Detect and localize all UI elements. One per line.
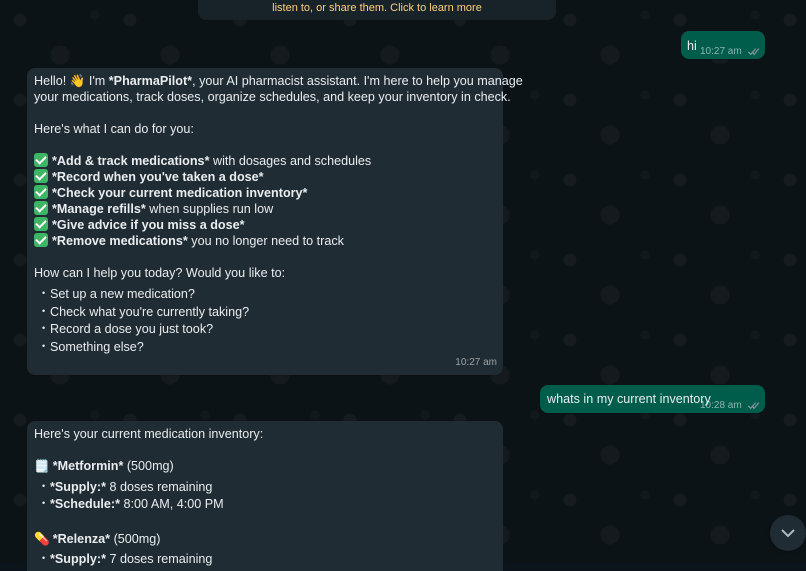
double-check-icon (748, 402, 760, 410)
message-meta: 10:28 am (700, 398, 761, 414)
option-item: • Check what you're currently taking? (34, 303, 496, 321)
message-body: Here's your current medication inventory… (34, 426, 496, 567)
message-time: 10:27 am (700, 46, 742, 57)
check-mark-icon (34, 169, 48, 183)
bullet-icon: • (42, 288, 46, 298)
detail-label: *Schedule:* (50, 497, 120, 511)
capability-title: *Add & track medications* (52, 154, 210, 168)
capability-item: *Check your current medication inventory… (34, 185, 496, 201)
message-text: hi (687, 39, 697, 53)
detail-label: *Supply:* (50, 480, 106, 494)
capability-item: *Manage refills* when supplies run low (34, 201, 496, 217)
capability-desc: with dosages and schedules (209, 154, 372, 168)
double-check-icon (748, 48, 760, 56)
check-mark-icon (34, 233, 48, 247)
message-time: 10:27 am (455, 357, 497, 368)
option-item: • Set up a new medication? (34, 285, 496, 303)
incoming-message[interactable]: Hello! 👋 I'm *PharmaPilot*, your AI phar… (27, 68, 523, 375)
intro-greeting: Hello! 👋 I'm (34, 74, 109, 88)
capability-desc: when supplies run low (145, 202, 274, 216)
outgoing-message[interactable]: whats in my current inventory 10:28 am (540, 385, 765, 413)
encryption-notice[interactable]: listen to, or share them. Click to learn… (198, 0, 556, 20)
capability-title: *Check your current medication inventory… (52, 186, 308, 200)
medication-detail: • *Schedule:* 8:00 AM, 4:00 PM (34, 495, 496, 512)
check-mark-icon (34, 153, 48, 167)
bullet-icon: • (42, 340, 46, 351)
capability-item: *Remove medications* you no longer need … (34, 233, 496, 249)
option-item: • Something else? (34, 338, 496, 356)
medication-name: *Relenza* (52, 532, 111, 546)
capability-desc: you no longer need to track (187, 234, 344, 248)
medication-name: *Metformin* (52, 459, 124, 473)
medication-detail: • *Supply:* 8 doses remaining (34, 478, 496, 495)
medication-title: 💊 *Relenza* (500mg) (34, 531, 496, 547)
chevron-down-icon (781, 529, 795, 538)
message-text: whats in my current inventory (547, 392, 711, 406)
bullet-icon: • (42, 323, 46, 333)
bullet-icon: • (42, 305, 46, 316)
detail-value: 8 doses remaining (105, 480, 213, 494)
bullet-icon: • (42, 481, 46, 491)
inventory-heading: Here's your current medication inventory… (34, 427, 264, 441)
medication-detail: • *Supply:* 7 doses remaining (34, 550, 496, 567)
message-meta: 10:27 am (700, 44, 761, 60)
option-text: Record a dose you just took? (50, 322, 214, 336)
check-mark-icon (34, 217, 48, 231)
detail-label: *Supply:* (50, 552, 106, 566)
capability-item: *Record when you've taken a dose* (34, 169, 496, 185)
message-time: 10:28 am (700, 400, 742, 411)
intro-line-2: your medications, track doses, organize … (34, 90, 511, 104)
bot-name: *PharmaPilot* (108, 74, 193, 88)
intro-line-1: Hello! 👋 I'm *PharmaPilot*, your AI phar… (34, 73, 523, 89)
capability-title: *Give advice if you miss a dose* (52, 218, 245, 232)
medication-dose: (500mg) (123, 459, 174, 473)
detail-value: 8:00 AM, 4:00 PM (120, 497, 224, 511)
medication-dose: (500mg) (110, 532, 161, 546)
check-mark-icon (34, 201, 48, 215)
notepad-icon: 🗒️ (34, 459, 50, 473)
question-text: How can I help you today? Would you like… (34, 266, 286, 280)
bullet-icon: • (42, 553, 46, 563)
option-text: Something else? (50, 339, 144, 354)
encryption-notice-text: listen to, or share them. Click to learn… (272, 2, 482, 14)
option-text: Check what you're currently taking? (50, 304, 250, 319)
outgoing-message[interactable]: hi 10:27 am (681, 31, 765, 59)
capability-title: *Manage refills* (52, 202, 146, 216)
scroll-to-bottom-button[interactable] (770, 515, 806, 551)
capability-item: *Give advice if you miss a dose* (34, 217, 496, 233)
medication-title: 🗒️ *Metformin* (500mg) (34, 458, 496, 474)
capability-title: *Remove medications* (52, 234, 188, 248)
option-text: Set up a new medication? (50, 287, 195, 301)
detail-value: 7 doses remaining (105, 552, 213, 566)
incoming-message[interactable]: Here's your current medication inventory… (27, 421, 503, 571)
capabilities-heading: Here's what I can do for you: (34, 122, 194, 136)
capability-item: *Add & track medications* with dosages a… (34, 153, 496, 169)
message-body: Hello! 👋 I'm *PharmaPilot*, your AI phar… (34, 73, 523, 356)
check-mark-icon (34, 185, 48, 199)
capability-title: *Record when you've taken a dose* (52, 170, 264, 184)
intro-text: , your AI pharmacist assistant. I'm here… (192, 74, 523, 88)
bullet-icon: • (42, 498, 46, 508)
option-item: • Record a dose you just took? (34, 320, 496, 338)
pill-icon: 💊 (34, 532, 50, 546)
